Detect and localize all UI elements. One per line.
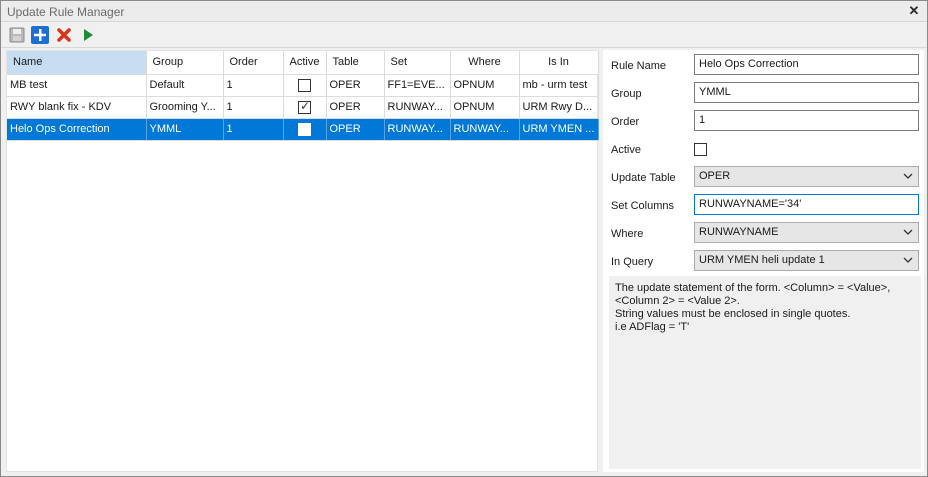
cell-isin: URM YMEN ...	[519, 118, 599, 141]
column-header-set[interactable]: Set	[384, 51, 451, 75]
column-header-table[interactable]: Table	[326, 51, 385, 75]
where-label: Where	[611, 228, 644, 240]
column-header-name[interactable]: Name	[7, 51, 147, 75]
cell-table: OPER	[326, 74, 385, 97]
cell-set: RUNWAY...	[384, 118, 451, 141]
cell-where: RUNWAY...	[450, 118, 520, 141]
window-title: Update Rule Manager	[7, 5, 125, 19]
column-header-order[interactable]: Order	[223, 51, 284, 75]
checked-checkbox[interactable]	[298, 99, 311, 114]
cell-name: RWY blank fix - KDV	[7, 96, 147, 119]
grid-header-row: Name Group Order Active Table Set Where …	[7, 51, 599, 75]
table-row[interactable]: RWY blank fix - KDVGrooming Y...1 OPERRUN…	[7, 96, 599, 119]
column-header-active[interactable]: Active	[283, 51, 327, 75]
rule-name-label: Rule Name	[611, 60, 667, 72]
rules-table: Name Group Order Active Table Set Where …	[7, 51, 599, 141]
cell-where: OPNUM	[450, 96, 520, 119]
description-line: <Column 2> = <Value 2>.	[615, 295, 740, 307]
order-input[interactable]: 1	[694, 110, 919, 131]
unchecked-checkbox[interactable]	[298, 122, 311, 136]
set-columns-label: Set Columns	[611, 200, 674, 212]
add-icon	[31, 26, 49, 44]
update-rule-manager-window: Update Rule Manager ✕ Name Group Order A…	[0, 0, 928, 477]
description-line: i.e ADFlag = 'T'	[615, 321, 690, 333]
update-table-dropdown[interactable]: OPER	[694, 166, 919, 187]
toolbar	[1, 22, 927, 48]
active-checkbox[interactable]	[694, 143, 707, 156]
cell-order: 1	[223, 96, 284, 119]
cell-set: RUNWAY...	[384, 96, 451, 119]
cell-active[interactable]	[283, 118, 327, 141]
cell-active[interactable]	[283, 96, 327, 119]
cell-set: FF1=EVE...	[384, 74, 451, 97]
cell-table: OPER	[326, 118, 385, 141]
delete-button[interactable]	[54, 25, 74, 45]
group-label: Group	[611, 88, 642, 100]
cell-group: Default	[146, 74, 224, 97]
where-value: RUNWAYNAME	[699, 226, 779, 238]
chevron-down-icon	[903, 257, 913, 263]
cell-isin: mb - urm test	[519, 74, 599, 97]
chevron-down-icon	[903, 229, 913, 235]
cell-group: Grooming Y...	[146, 96, 224, 119]
cell-name: Helo Ops Correction	[7, 118, 147, 141]
run-button[interactable]	[78, 25, 98, 45]
description-line: The update statement of the form. <Colum…	[615, 282, 891, 294]
cell-order: 1	[223, 74, 284, 97]
cell-table: OPER	[326, 96, 385, 119]
group-input[interactable]: YMML	[694, 82, 919, 103]
chevron-down-icon	[903, 173, 913, 179]
in-query-dropdown[interactable]: URM YMEN heli update 1	[694, 250, 919, 271]
table-row[interactable]: MB test Default 1 OPER FF1=EVE... OPNUM mb - u…	[7, 74, 599, 97]
run-icon	[84, 29, 93, 41]
save-button[interactable]	[7, 25, 27, 45]
active-label: Active	[611, 144, 641, 156]
column-header-where[interactable]: Where	[450, 51, 520, 75]
column-header-group[interactable]: Group	[146, 51, 224, 75]
cell-isin: URM Rwy D...	[519, 96, 599, 119]
order-label: Order	[611, 116, 640, 128]
cell-group: YMML	[146, 118, 224, 141]
window-bottom-edge	[1, 473, 927, 476]
in-query-label: In Query	[611, 256, 654, 268]
cell-name: MB test	[7, 74, 147, 97]
title-bar: Update Rule Manager ✕	[1, 1, 927, 22]
close-button[interactable]: ✕	[906, 3, 922, 19]
where-dropdown[interactable]: RUNWAYNAME	[694, 222, 919, 243]
table-row[interactable]: Helo Ops Correction YMML 1 OPER RUNWAY... RUN…	[7, 118, 599, 141]
cell-where: OPNUM	[450, 74, 520, 97]
rule-name-input[interactable]: Helo Ops Correction	[694, 54, 919, 75]
cell-active[interactable]	[283, 74, 327, 97]
description-box: The update statement of the form. <Colum…	[609, 276, 921, 469]
update-table-value: OPER	[699, 170, 731, 182]
column-header-isin[interactable]: Is In	[519, 51, 599, 75]
update-table-label: Update Table	[611, 172, 676, 184]
save-icon	[9, 27, 25, 43]
in-query-value: URM YMEN heli update 1	[699, 254, 825, 266]
delete-icon	[57, 28, 71, 42]
rule-editor-panel: Rule Name Helo Ops Correction Group YMML…	[603, 50, 924, 472]
rules-grid[interactable]: Name Group Order Active Table Set Where …	[6, 50, 599, 472]
unchecked-checkbox[interactable]	[298, 78, 311, 92]
cell-order: 1	[223, 118, 284, 141]
description-line: String values must be enclosed in single…	[615, 308, 851, 320]
set-columns-input[interactable]: RUNWAYNAME='34'	[694, 194, 919, 215]
add-button[interactable]	[30, 25, 50, 45]
